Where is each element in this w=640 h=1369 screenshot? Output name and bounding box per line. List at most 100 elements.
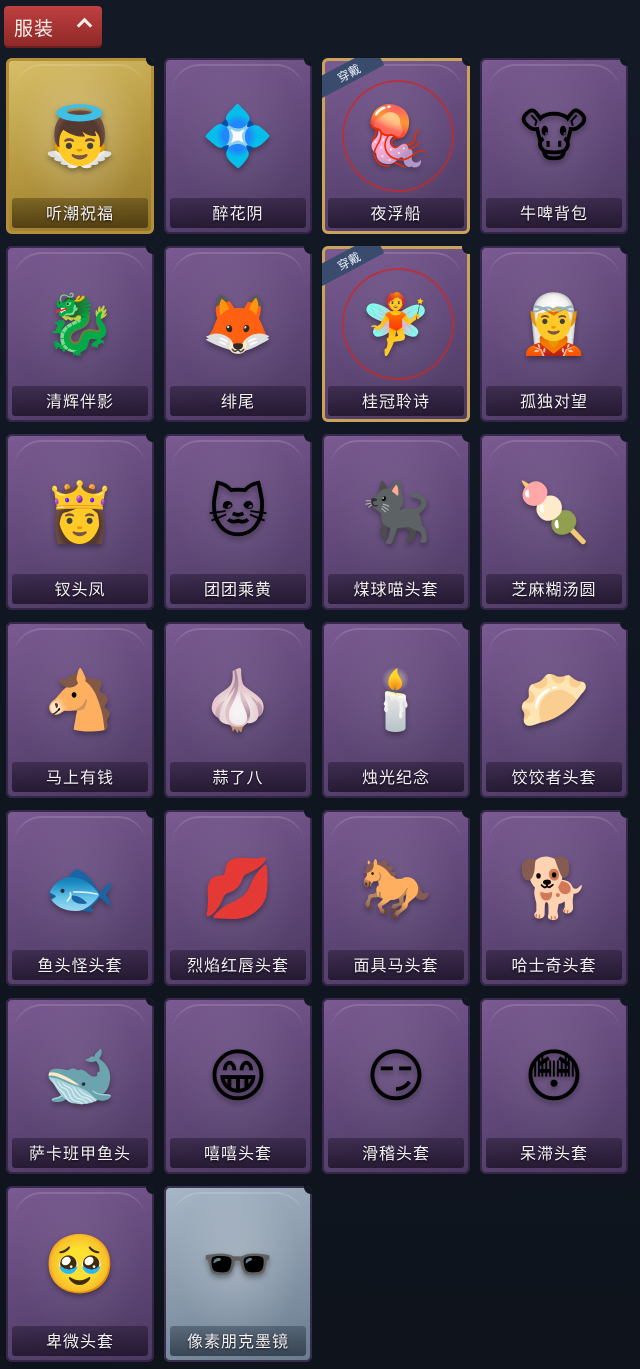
dumpling-head-icon: 🥟 xyxy=(517,666,591,734)
costume-card[interactable]: 🐈‍⬛ 煤球喵头套 xyxy=(322,434,470,610)
costume-card[interactable]: 🐮 牛啤背包 xyxy=(480,58,628,234)
cow-beer-barrel-icon: 🐮 xyxy=(519,102,589,170)
garlic-head-icon: 🧄 xyxy=(201,666,275,734)
costume-card[interactable]: 😁 嘻嘻头套 xyxy=(164,998,312,1174)
costume-card[interactable]: 🧝 孤独对望 xyxy=(480,246,628,422)
laurel-poet-charm-icon: 🧚 xyxy=(359,290,433,358)
card-corner-notch xyxy=(304,622,312,630)
costume-name: 滑稽头套 xyxy=(361,1144,430,1163)
angel-doll-icon: 👼 xyxy=(43,102,117,170)
card-corner-notch xyxy=(620,622,628,630)
costume-card[interactable]: 🐉 清辉伴影 xyxy=(6,246,154,422)
costume-name: 桂冠聆诗 xyxy=(361,392,430,411)
costume-card[interactable]: 🐋 萨卡班甲鱼头 xyxy=(6,998,154,1174)
husky-head-icon: 🐕 xyxy=(517,854,591,922)
costume-card[interactable]: 🍡 芝麻糊汤圆 xyxy=(480,434,628,610)
costume-name: 嘻嘻头套 xyxy=(203,1144,272,1163)
card-corner-notch xyxy=(304,246,312,254)
fish-monster-head-icon: 🐟 xyxy=(43,854,117,922)
costume-card[interactable]: 🧚 桂冠聆诗 穿戴 xyxy=(322,246,470,422)
costume-card[interactable]: 👼 听潮祝福 xyxy=(6,58,154,234)
phoenix-crown-doll-icon: 👸 xyxy=(43,478,117,546)
costume-name: 芝麻糊汤圆 xyxy=(511,580,597,599)
fox-girl-charm-icon: 🦊 xyxy=(201,290,275,358)
lonely-gaze-charm-icon: 🧝 xyxy=(517,290,591,358)
card-corner-notch xyxy=(620,998,628,1006)
costume-name: 孤独对望 xyxy=(519,392,588,411)
smirk-emoji-head-icon: 😏 xyxy=(365,1042,427,1110)
card-corner-notch xyxy=(462,58,470,66)
costume-card[interactable]: 🥟 饺饺者头套 xyxy=(480,622,628,798)
costume-name: 哈士奇头套 xyxy=(511,956,597,975)
costume-name: 卑微头套 xyxy=(45,1332,114,1351)
card-corner-notch xyxy=(146,434,154,442)
red-horse-head-icon: 🐴 xyxy=(43,666,117,734)
card-corner-notch xyxy=(146,810,154,818)
pixel-sunglasses-icon: 🕶️ xyxy=(201,1230,275,1298)
card-corner-notch xyxy=(620,810,628,818)
costume-name: 牛啤背包 xyxy=(519,204,588,223)
crystal-jellyfish-icon: 🪼 xyxy=(359,102,433,170)
costume-card[interactable]: 😳 呆滞头套 xyxy=(480,998,628,1174)
costume-name: 烛光纪念 xyxy=(361,768,430,787)
costume-name: 饺饺者头套 xyxy=(511,768,597,787)
costume-card[interactable]: 🐎 面具马头套 xyxy=(322,810,470,986)
costume-name: 马上有钱 xyxy=(45,768,114,787)
card-corner-notch xyxy=(146,622,154,630)
costume-card[interactable]: 🕶️ 像素朋克墨镜 xyxy=(164,1186,312,1362)
card-corner-notch xyxy=(462,622,470,630)
costume-card[interactable]: 🐱 团团乘黄 xyxy=(164,434,312,610)
jeweled-ornament-icon: 💠 xyxy=(201,102,275,170)
costume-card[interactable]: 😏 滑稽头套 xyxy=(322,998,470,1174)
white-dragon-charm-icon: 🐉 xyxy=(43,290,117,358)
costume-card[interactable]: 🧄 蒜了八 xyxy=(164,622,312,798)
costume-card[interactable]: 🐴 马上有钱 xyxy=(6,622,154,798)
costume-name: 面具马头套 xyxy=(353,956,439,975)
costume-card[interactable]: 💠 醉花阴 xyxy=(164,58,312,234)
card-corner-notch xyxy=(146,998,154,1006)
costume-card[interactable]: 🥹 卑微头套 xyxy=(6,1186,154,1362)
card-corner-notch xyxy=(146,246,154,254)
card-corner-notch xyxy=(304,998,312,1006)
costume-name: 团团乘黄 xyxy=(203,580,272,599)
horse-mask-head-icon: 🐎 xyxy=(359,854,433,922)
card-corner-notch xyxy=(620,58,628,66)
card-corner-notch xyxy=(462,998,470,1006)
grinning-emoji-head-icon: 😁 xyxy=(207,1042,269,1110)
costume-name: 夜浮船 xyxy=(370,204,422,223)
costume-card[interactable]: 💋 烈焰红唇头套 xyxy=(164,810,312,986)
costume-name: 听潮祝福 xyxy=(45,204,114,223)
round-yellow-beast-icon: 🐱 xyxy=(207,478,269,546)
costume-name: 萨卡班甲鱼头 xyxy=(28,1144,131,1163)
card-corner-notch xyxy=(462,434,470,442)
costume-card[interactable]: 🐕 哈士奇头套 xyxy=(480,810,628,986)
costume-card[interactable]: 👸 钗头凤 xyxy=(6,434,154,610)
card-corner-notch xyxy=(146,1186,154,1194)
rice-ball-head-icon: 🍡 xyxy=(517,478,591,546)
card-corner-notch xyxy=(304,1186,312,1194)
card-corner-notch xyxy=(620,434,628,442)
card-corner-notch xyxy=(304,810,312,818)
costume-name: 烈焰红唇头套 xyxy=(186,956,289,975)
card-corner-notch xyxy=(462,810,470,818)
costume-name: 鱼头怪头套 xyxy=(37,956,123,975)
card-corner-notch xyxy=(304,434,312,442)
card-corner-notch xyxy=(304,58,312,66)
costume-page: 服装 👼 听潮祝福 💠 醉花阴 🪼 夜浮船 穿戴 🐮 牛啤背包 🐉 清辉伴影 🦊 绯尾 🧚 桂冠聆诗 穿戴 🧝 孤… xyxy=(0,0,640,1369)
candle-head-icon: 🕯️ xyxy=(359,666,433,734)
costume-card[interactable]: 🐟 鱼头怪头套 xyxy=(6,810,154,986)
costume-name: 绯尾 xyxy=(220,392,255,411)
costume-name: 蒜了八 xyxy=(212,768,264,787)
costume-name: 煤球喵头套 xyxy=(353,580,439,599)
costume-name: 钗头凤 xyxy=(54,580,106,599)
costume-card[interactable]: 🕯️ 烛光纪念 xyxy=(322,622,470,798)
costume-card[interactable]: 🪼 夜浮船 穿戴 xyxy=(322,58,470,234)
costume-grid: 👼 听潮祝福 💠 醉花阴 🪼 夜浮船 穿戴 🐮 牛啤背包 🐉 清辉伴影 🦊 绯尾 🧚 桂冠聆诗 穿戴 🧝 孤独对望… xyxy=(0,0,640,1369)
card-corner-notch xyxy=(620,246,628,254)
red-lips-pikachu-head-icon: 💋 xyxy=(201,854,275,922)
humble-emoji-head-icon: 🥹 xyxy=(43,1230,117,1298)
dazed-emoji-head-icon: 😳 xyxy=(523,1042,585,1110)
costume-name: 醉花阴 xyxy=(212,204,264,223)
costume-card[interactable]: 🦊 绯尾 xyxy=(164,246,312,422)
costume-name: 清辉伴影 xyxy=(45,392,114,411)
